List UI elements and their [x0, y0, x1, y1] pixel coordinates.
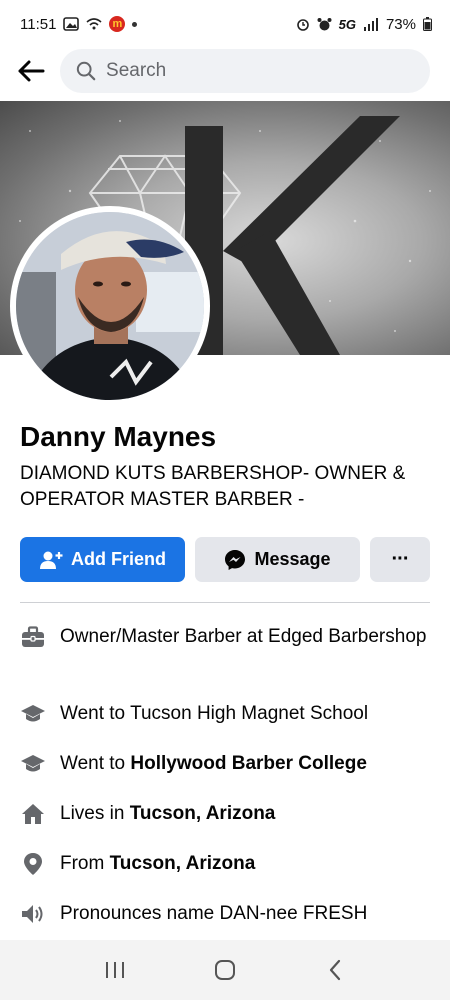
detail-school-2: Went to Hollywood Barber College	[20, 751, 435, 776]
alarm-icon	[296, 17, 310, 32]
school-2-prefix: Went to	[60, 753, 131, 774]
status-right: 5G 73%	[296, 16, 432, 33]
status-time: 11:51	[20, 15, 57, 33]
back-button[interactable]	[14, 54, 48, 88]
profile-avatar[interactable]	[10, 206, 210, 406]
profile-bio: DIAMOND KUTS BARBERSHOP- OWNER & OPERATO…	[20, 463, 406, 510]
messenger-icon	[225, 549, 246, 570]
lives-prefix: Lives in	[60, 803, 130, 824]
pronunciation-text: Pronounces name DAN-nee FRESH	[60, 903, 368, 924]
status-bar: 11:51 m 5G 73%	[0, 0, 450, 48]
graduation-cap-icon	[20, 701, 46, 726]
top-nav	[0, 46, 450, 96]
alarm-clock-icon	[317, 17, 332, 32]
from-link[interactable]: Tucson, Arizona	[110, 853, 256, 874]
more-dots-icon: ···	[391, 548, 410, 570]
profile-name: Danny Maynes	[20, 421, 217, 452]
back-nav-button[interactable]	[315, 950, 355, 990]
detail-pronunciation[interactable]: Pronounces name DAN-nee FRESH	[20, 901, 435, 926]
status-left: 11:51 m	[20, 15, 138, 33]
home-icon	[20, 801, 46, 826]
add-friend-button[interactable]: Add Friend	[20, 537, 185, 582]
network-type: 5G	[338, 16, 356, 32]
android-nav-bar	[0, 940, 450, 1000]
battery-icon	[423, 17, 432, 31]
lives-text: Lives in Tucson, Arizona	[60, 801, 275, 826]
from-prefix: From	[60, 853, 110, 874]
location-pin-icon	[20, 851, 46, 876]
detail-from: From Tucson, Arizona	[20, 851, 435, 876]
recent-apps-icon	[106, 962, 124, 978]
detail-work: Owner/Master Barber at Edged Barbershop	[20, 624, 435, 680]
mcdonalds-app-icon: m	[109, 16, 126, 32]
detail-lives: Lives in Tucson, Arizona	[20, 801, 435, 826]
add-friend-label: Add Friend	[71, 549, 166, 569]
add-friend-icon	[40, 551, 63, 569]
graduation-cap-icon	[20, 751, 46, 776]
lives-link[interactable]: Tucson, Arizona	[130, 803, 276, 824]
message-button[interactable]: Message	[195, 537, 360, 582]
signal-icon	[363, 17, 379, 31]
speaker-icon	[20, 901, 46, 926]
wifi-icon	[86, 18, 102, 30]
from-text: From Tucson, Arizona	[60, 851, 255, 876]
school-2-text: Went to Hollywood Barber College	[60, 751, 367, 776]
work-text: Owner/Master Barber at Edged Barbershop	[60, 626, 427, 647]
recent-apps-button[interactable]	[95, 950, 135, 990]
more-options-button[interactable]: ···	[370, 537, 430, 582]
school-1-text: Went to Tucson High Magnet School	[60, 703, 369, 724]
profile-actions: Add Friend Message ···	[20, 537, 430, 582]
section-divider	[20, 602, 430, 603]
school-2-link[interactable]: Hollywood Barber College	[130, 753, 366, 774]
search-bar[interactable]	[60, 49, 430, 93]
arrow-left-icon	[18, 60, 45, 82]
gallery-icon	[63, 17, 80, 31]
profile-details: Owner/Master Barber at Edged Barbershop …	[20, 624, 435, 926]
chevron-left-icon	[329, 959, 341, 981]
briefcase-icon	[20, 624, 46, 649]
home-key-icon	[215, 960, 235, 980]
search-input[interactable]	[106, 60, 414, 82]
battery-percent: 73%	[385, 15, 416, 33]
notification-dot-icon	[132, 21, 138, 27]
detail-school-1: Went to Tucson High Magnet School	[20, 701, 435, 726]
search-icon	[76, 61, 96, 81]
message-label: Message	[254, 549, 331, 569]
avatar-photo	[16, 212, 204, 400]
home-button[interactable]	[205, 950, 245, 990]
